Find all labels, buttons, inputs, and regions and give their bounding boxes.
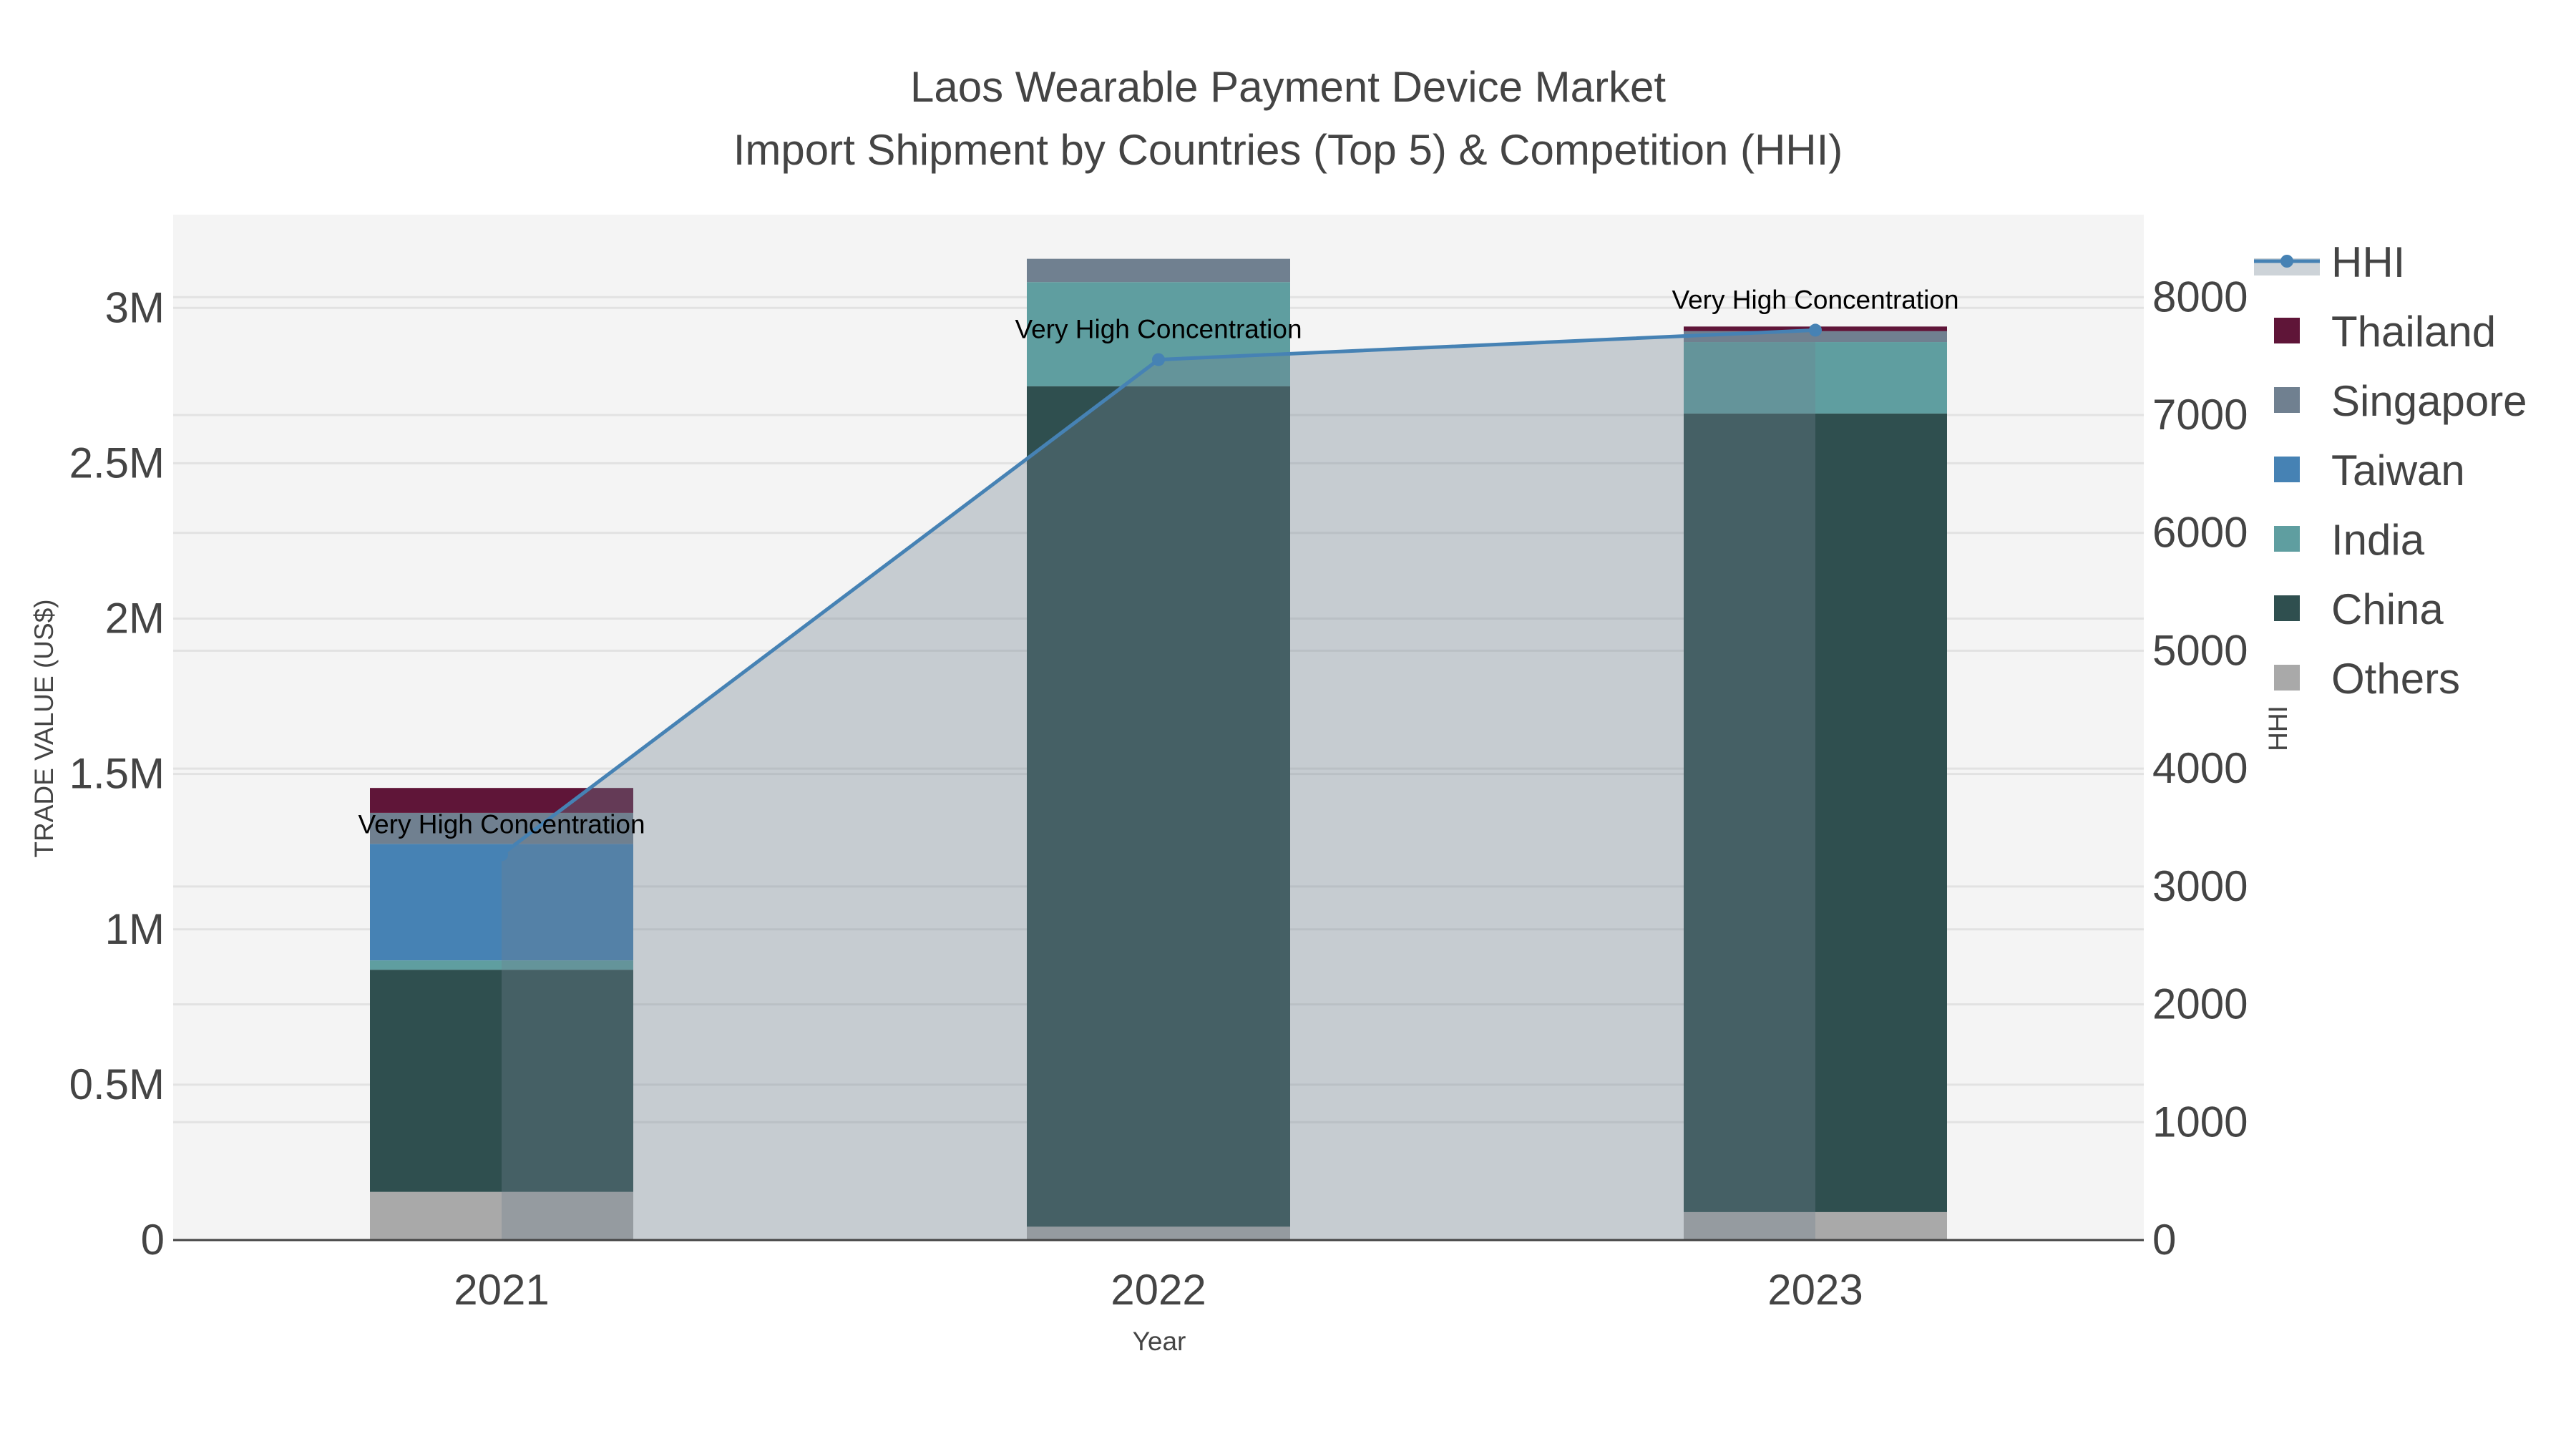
- legend-label-hhi: HHI: [2331, 238, 2405, 286]
- legend-label-india: India: [2331, 516, 2425, 564]
- y2-tick-label: 8000: [2152, 273, 2248, 321]
- legend-label-china: China: [2331, 585, 2444, 633]
- hhi-point-2022: [1152, 353, 1165, 366]
- x-tick-label: 2022: [1111, 1266, 1206, 1314]
- legend-swatch-hhi-marker: [2280, 255, 2293, 268]
- y2-tick-label: 7000: [2152, 391, 2248, 439]
- y2-tick-label: 6000: [2152, 509, 2248, 557]
- legend-label-thailand: Thailand: [2331, 308, 2496, 356]
- y-tick-label: 0: [141, 1216, 165, 1264]
- x-axis-title: Year: [1133, 1327, 1186, 1356]
- legend-swatch-china: [2274, 595, 2300, 621]
- x-tick-label: 2023: [1767, 1266, 1863, 1314]
- hhi-point-2023: [1809, 323, 1822, 337]
- y-tick-label: 3M: [105, 283, 165, 331]
- y-tick-label: 2.5M: [69, 439, 165, 487]
- legend-label-singapore: Singapore: [2331, 377, 2527, 425]
- hhi-annotation: Very High Concentration: [358, 809, 645, 839]
- x-tick-label: 2021: [454, 1266, 549, 1314]
- legend-swatch-india: [2274, 526, 2300, 552]
- chart-title: Laos Wearable Payment Device Market: [910, 63, 1666, 111]
- y-tick-label: 0.5M: [69, 1060, 165, 1108]
- y2-tick-label: 1000: [2152, 1098, 2248, 1146]
- legend-label-others: Others: [2331, 655, 2460, 703]
- y-axis-title: TRADE VALUE (US$): [29, 599, 59, 857]
- y2-tick-label: 5000: [2152, 626, 2248, 674]
- chart: 0 0.5M 1M 1.5M 2M 2.5M 3M 0 1000 2000 3000 4000 5000…: [0, 0, 2576, 1449]
- y2-tick-label: 3000: [2152, 862, 2248, 910]
- hhi-annotation: Very High Concentration: [1015, 315, 1302, 344]
- legend-swatch-taiwan: [2274, 457, 2300, 482]
- legend-label-taiwan: Taiwan: [2331, 447, 2465, 494]
- legend-swatch-singapore: [2274, 387, 2300, 413]
- y2-axis-title: HHI: [2263, 706, 2293, 751]
- y-tick-label: 1M: [105, 905, 165, 953]
- y-tick-label: 1.5M: [69, 750, 165, 798]
- y2-tick-label: 4000: [2152, 744, 2248, 792]
- bar-singapore-2022: [1027, 258, 1290, 283]
- hhi-annotation: Very High Concentration: [1672, 285, 1958, 314]
- y-tick-label: 2M: [105, 595, 165, 643]
- legend-swatch-thailand: [2274, 318, 2300, 343]
- hhi-point-2021: [495, 848, 508, 862]
- y2-tick-label: 2000: [2152, 980, 2248, 1028]
- legend-swatch-others: [2274, 665, 2300, 691]
- y2-tick-label: 0: [2152, 1216, 2176, 1264]
- chart-subtitle: Import Shipment by Countries (Top 5) & C…: [733, 126, 1843, 174]
